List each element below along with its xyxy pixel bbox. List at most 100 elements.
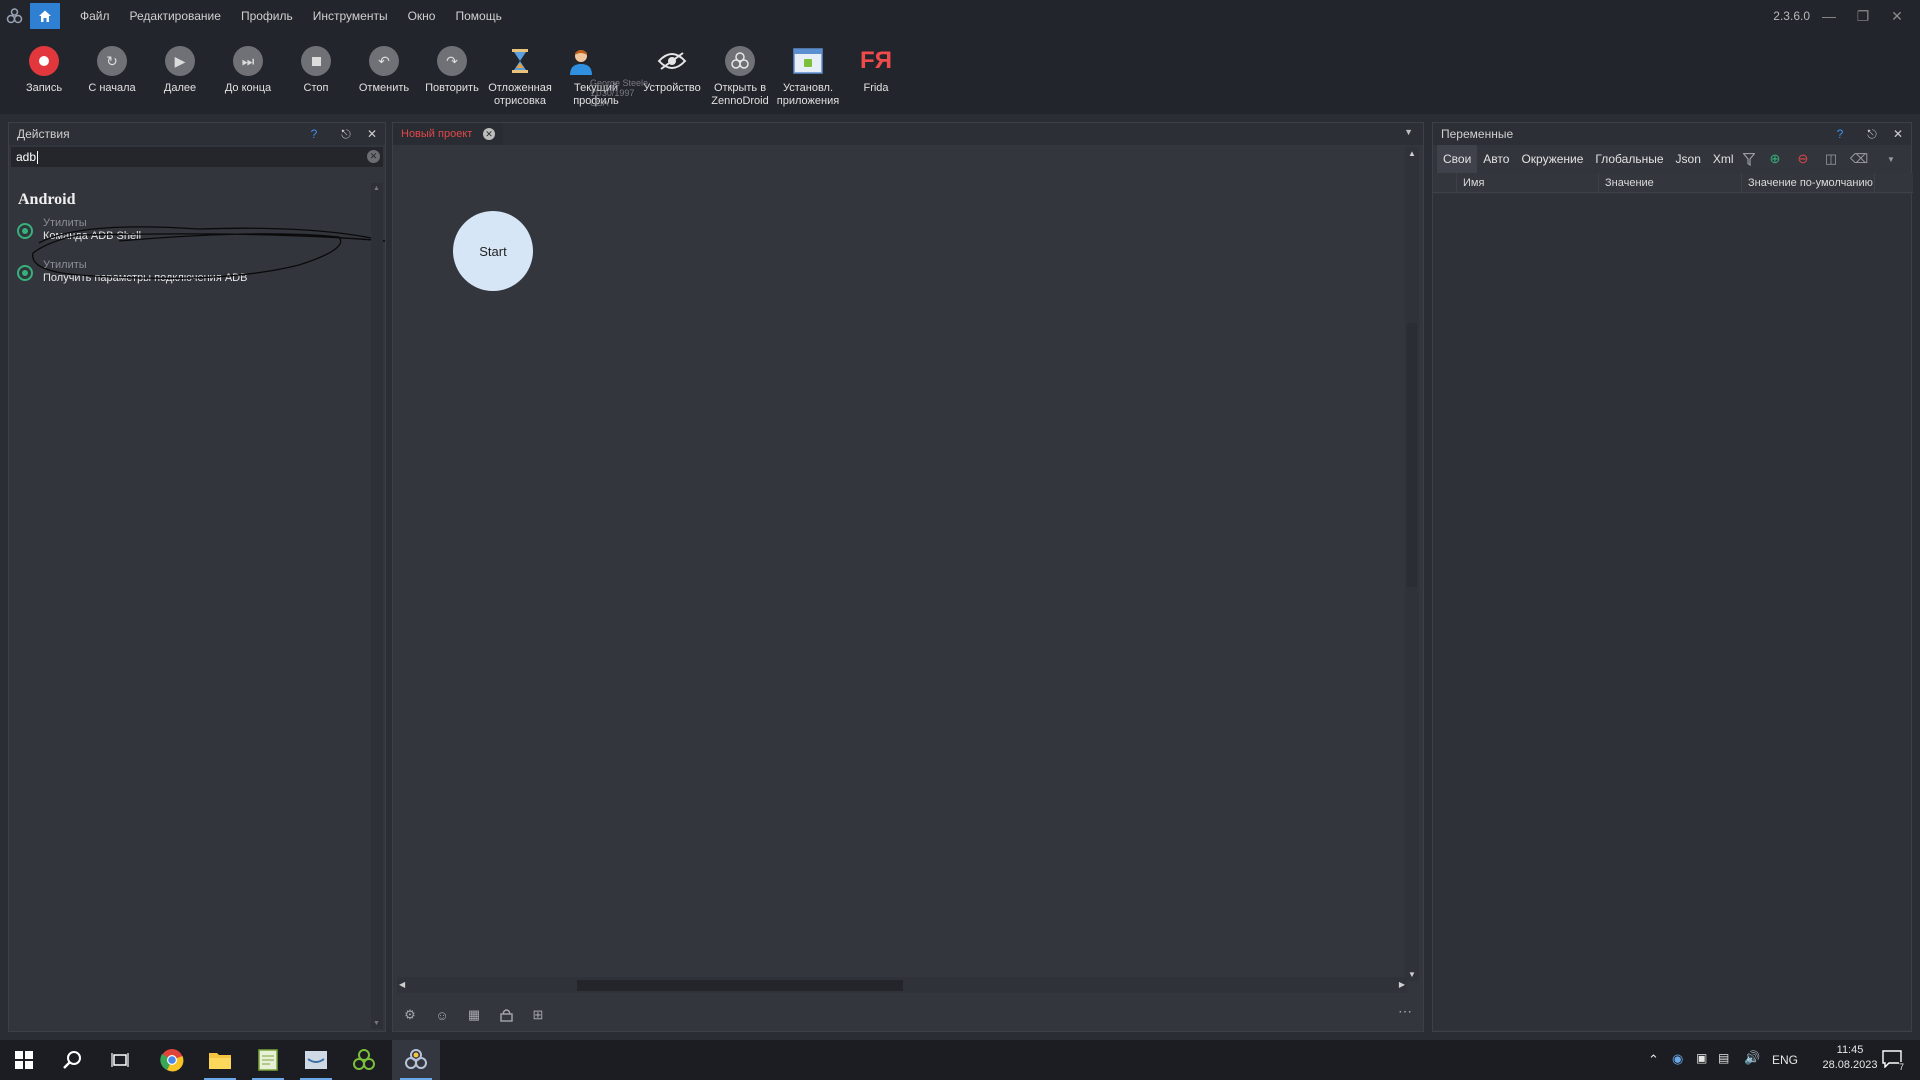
search-value: adb <box>16 150 37 164</box>
zennoposter-icon[interactable] <box>340 1040 388 1080</box>
pin-icon[interactable]: ⎋ <box>1861 123 1883 145</box>
notifications-icon[interactable]: 7 <box>1882 1050 1904 1072</box>
device-button[interactable]: Устройство <box>638 32 706 95</box>
mail-app-icon[interactable] <box>292 1040 340 1080</box>
scroll-right-icon[interactable]: ▶ <box>1399 980 1405 989</box>
close-icon[interactable]: ✕ <box>1887 123 1909 145</box>
options-dropdown-icon[interactable]: ▼ <box>1883 151 1899 167</box>
installed-apps-icon <box>793 46 823 76</box>
variables-panel: Переменные ? ⎋ ✕ Свои Авто Окружение Гло… <box>1432 122 1913 1032</box>
canvas-vertical-scrollbar[interactable]: ▲ ▼ <box>1405 147 1419 981</box>
record-button[interactable]: Запись <box>10 32 78 95</box>
user-circle-icon[interactable]: ☺ <box>433 1006 451 1024</box>
run-to-end-button[interactable]: ⏭ До конца <box>214 32 282 95</box>
tab-global[interactable]: Глобальные <box>1589 145 1669 173</box>
zennodroid-icon <box>725 46 755 76</box>
tab-environment[interactable]: Окружение <box>1515 145 1589 173</box>
scroll-down-icon[interactable]: ▼ <box>373 1020 380 1027</box>
help-icon[interactable]: ? <box>303 123 325 145</box>
menu-file[interactable]: Файл <box>70 0 120 32</box>
tab-new-project[interactable]: Новый проект ✕ <box>393 123 503 145</box>
scroll-up-icon[interactable]: ▲ <box>1408 149 1416 158</box>
project-canvas-panel: Новый проект ✕ ▼ Start ▲ ▼ ◀ ▶ ⚙ ☺ ▦ ⊞ ⋯ <box>392 122 1424 1032</box>
run-to-end-label: До конца <box>224 82 272 94</box>
column-default-value[interactable]: Значение по-умолчанию <box>1742 173 1875 193</box>
tray-device-icon[interactable]: ▣ <box>1696 1051 1707 1065</box>
column-name[interactable]: Имя <box>1457 173 1599 193</box>
profile-info: George Steele 11/30/1997 USA <box>590 78 648 108</box>
deferred-render-button[interactable]: Отложенная отрисовка <box>486 32 554 108</box>
lock-icon[interactable] <box>497 1006 515 1024</box>
clear-search-icon[interactable]: ✕ <box>367 150 380 163</box>
close-icon[interactable]: ✕ <box>361 123 383 145</box>
scroll-up-icon[interactable]: ▲ <box>373 185 380 192</box>
actions-search-input[interactable]: adb ✕ <box>11 147 383 167</box>
clock-time: 11:45 <box>1836 1044 1864 1056</box>
undo-label: Отменить <box>358 82 410 94</box>
vertical-scroll-thumb[interactable] <box>1407 323 1417 587</box>
home-button[interactable] <box>30 3 60 29</box>
tab-auto[interactable]: Авто <box>1477 145 1515 173</box>
remove-variable-icon[interactable]: ⊖ <box>1795 151 1811 167</box>
menu-tools[interactable]: Инструменты <box>303 0 398 32</box>
record-label: Запись <box>25 82 63 94</box>
tray-network-globe-icon[interactable]: ◉ <box>1672 1051 1683 1067</box>
tray-volume-icon[interactable]: 🔊 <box>1744 1050 1760 1066</box>
canvas-horizontal-scrollbar[interactable]: ◀ ▶ <box>397 977 1407 993</box>
installed-apps-button[interactable]: Установл. приложения <box>774 32 842 108</box>
tab-label: Новый проект <box>401 128 473 140</box>
tray-chevron-up-icon[interactable]: ⌃ <box>1648 1052 1659 1068</box>
windows-start-icon[interactable] <box>0 1040 48 1080</box>
actions-scrollbar[interactable]: ▲ ▼ <box>371 183 383 1029</box>
language-indicator[interactable]: ENG <box>1772 1053 1798 1067</box>
file-explorer-icon[interactable] <box>196 1040 244 1080</box>
tab-xml[interactable]: Xml <box>1707 145 1740 173</box>
pin-icon[interactable]: ⎋ <box>335 123 357 145</box>
clock[interactable]: 11:45 28.08.2023 <box>1820 1044 1880 1071</box>
stop-icon <box>301 46 331 76</box>
menu-profile[interactable]: Профиль <box>231 0 303 32</box>
add-frame-icon[interactable]: ⊞ <box>529 1006 547 1024</box>
grid-icon[interactable]: ▦ <box>465 1006 483 1024</box>
add-variable-icon[interactable]: ⊕ <box>1767 151 1783 167</box>
stop-label: Стоп <box>303 82 329 94</box>
zennodroid-taskbar-icon[interactable] <box>392 1040 440 1080</box>
search-icon[interactable] <box>48 1040 96 1080</box>
actions-panel-title: Действия <box>17 127 70 141</box>
open-in-zennodroid-button[interactable]: Открыть в ZennoDroid <box>706 32 774 108</box>
tray-display-icon[interactable]: ▤ <box>1718 1051 1729 1065</box>
stop-button[interactable]: Стоп <box>282 32 350 95</box>
scroll-down-icon[interactable]: ▼ <box>1408 970 1416 979</box>
chrome-icon[interactable] <box>148 1040 196 1080</box>
redo-label: Повторить <box>425 82 479 94</box>
filter-icon[interactable] <box>1741 151 1757 167</box>
menu-window[interactable]: Окно <box>398 0 446 32</box>
minimize-button[interactable]: — <box>1814 0 1844 32</box>
horizontal-scroll-thumb[interactable] <box>577 980 903 991</box>
restart-button[interactable]: ↻ С начала <box>78 32 146 95</box>
undo-button[interactable]: ↶ Отменить <box>350 32 418 95</box>
frida-button[interactable]: FЯ Frida <box>842 32 910 95</box>
start-node[interactable]: Start <box>453 211 533 291</box>
scroll-left-icon[interactable]: ◀ <box>399 980 405 989</box>
tab-own[interactable]: Свои <box>1437 145 1478 173</box>
profile-country: USA <box>590 98 609 108</box>
task-view-icon[interactable] <box>96 1040 144 1080</box>
tab-dropdown-icon[interactable]: ▼ <box>1404 127 1413 137</box>
next-button[interactable]: ▶ Далее <box>146 32 214 95</box>
close-tab-icon[interactable]: ✕ <box>483 128 495 140</box>
panel-layout-icon[interactable]: ◫ <box>1823 151 1839 167</box>
menu-edit[interactable]: Редактирование <box>120 0 231 32</box>
help-icon[interactable]: ? <box>1829 123 1851 145</box>
notepad-app-icon[interactable] <box>244 1040 292 1080</box>
column-value[interactable]: Значение <box>1599 173 1742 193</box>
record-icon <box>29 46 59 76</box>
close-window-button[interactable]: ✕ <box>1882 0 1912 32</box>
redo-button[interactable]: ↷ Повторить <box>418 32 486 95</box>
settings-gear-icon[interactable]: ⚙ <box>401 1006 419 1024</box>
tab-json[interactable]: Json <box>1670 145 1707 173</box>
restore-button[interactable]: ❐ <box>1848 0 1878 32</box>
more-options-icon[interactable]: ⋯ <box>1398 1003 1413 1020</box>
eraser-icon[interactable]: ⌫ <box>1850 151 1868 167</box>
menu-help[interactable]: Помощь <box>445 0 511 32</box>
